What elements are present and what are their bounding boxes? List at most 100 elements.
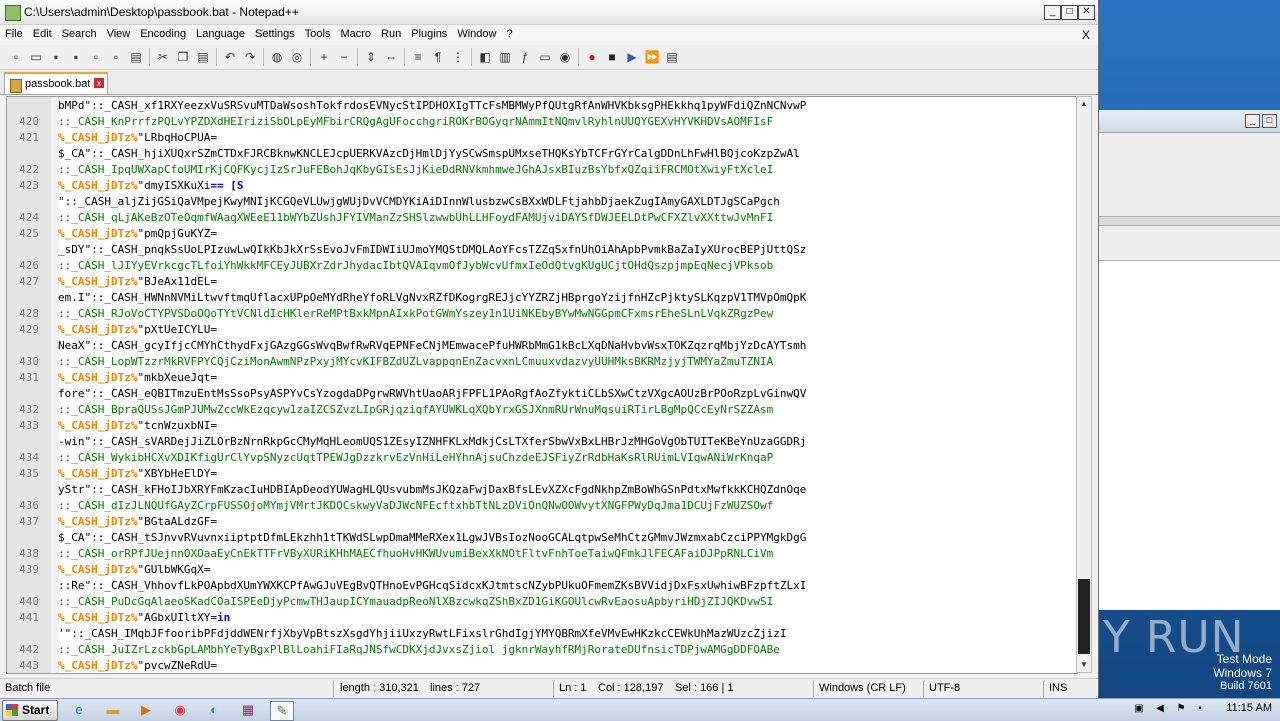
close-all-icon[interactable]: ▫ [108, 49, 124, 65]
paste-icon[interactable]: ▤ [195, 49, 211, 65]
print-icon[interactable]: ▤ [128, 49, 144, 65]
menu-plugins[interactable]: Plugins [406, 25, 452, 40]
zoom-in-icon[interactable]: + [316, 49, 332, 65]
code-line[interactable]: 434::_CASH_WykibHCXvXDIKfigUrClYvpSNyzcU… [7, 450, 1077, 466]
new-file-icon[interactable]: ▫ [8, 49, 24, 65]
ie-icon[interactable]: e [68, 701, 90, 719]
code-line[interactable]: -win"::_CASH_sVARDejJiZLOrBzNrnRkpGcCMyM… [7, 434, 1077, 450]
menu-language[interactable]: Language [191, 25, 250, 40]
code-line[interactable]: 427 %_CASH_jDTz%"BJeAx11dEL= [7, 274, 1077, 290]
sync-vertical-icon[interactable]: ⇕ [363, 49, 379, 65]
code-line[interactable]: 438::_CASH_orRPfJUejnnOXOaaEyCnEkTTFrVBy… [7, 546, 1077, 562]
code-line[interactable]: 430::_CASH_LopWTzzrMkRVFPYCQjCziMonAwmNP… [7, 354, 1077, 370]
menu-settings[interactable]: Settings [250, 25, 300, 40]
clock[interactable]: 11:15 AM [1226, 702, 1272, 714]
code-line[interactable]: ::Re"::_CASH_VhhovfLkPOApbdXUmYWXKCPfAwG… [7, 578, 1077, 594]
folder-workspace-icon[interactable]: ▭ [537, 49, 553, 65]
code-line[interactable]: "::_CASH_aljZijGSiQaVMpejKwyMNIjKCGQeVLU… [7, 194, 1077, 210]
zoom-out-icon[interactable]: − [336, 49, 352, 65]
code-line[interactable]: em.I"::_CASH_HWNnNVMiLtwvftmqUflacxUPpOe… [7, 290, 1077, 306]
code-line[interactable]: 436::_CASH_dIzJLNQUfGAyZCrpFUSSOjoMYmjVM… [7, 498, 1077, 514]
code-line[interactable]: 437 %_CASH_jDTz%"BGtaALdzGF= [7, 514, 1077, 530]
function-list-icon[interactable]: ƒ [517, 49, 533, 65]
edge-icon[interactable]: ◐ [203, 701, 225, 719]
code-line[interactable]: 425 %_CASH_jDTz%"pmQpjGuKYZ= [7, 226, 1077, 242]
code-line[interactable]: 439 %_CASH_jDTz%"GUlbWKGqX= [7, 562, 1077, 578]
indent-guide-icon[interactable]: ⋮ [450, 49, 466, 65]
media-player-icon[interactable]: ▶ [135, 701, 157, 719]
code-line[interactable]: 424::_CASH_qLjAKeBzOTeOqmfWAaqXWEeE11bWY… [7, 210, 1077, 226]
code-line[interactable]: 440::_CASH_PuDcGqAlaeoSKadCOaISPEeDjyPcm… [7, 594, 1077, 610]
close-document-x[interactable]: X [1082, 28, 1090, 42]
network-icon[interactable]: ▣ [1133, 703, 1145, 715]
replace-icon[interactable]: ◎ [289, 49, 305, 65]
word-wrap-icon[interactable]: ≡ [410, 49, 426, 65]
code-line[interactable]: $_CA"::_CASH_hjiXUQxrSZmCTDxFJRCBknwKNCL… [7, 146, 1077, 162]
sync-horizontal-icon[interactable]: ⇔ [383, 49, 399, 65]
find-icon[interactable]: ◍ [269, 49, 285, 65]
code-line[interactable]: 431 %_CASH_jDTz%"mkbXeueJqt= [7, 370, 1077, 386]
vertical-scrollbar[interactable]: ▲ ▼ [1076, 96, 1092, 673]
menu-help[interactable]: ? [501, 25, 517, 40]
menu-file[interactable]: File [0, 25, 28, 40]
code-line[interactable]: yStr"::_CASH_kFHoIJbXRYFmKzacIuHDBIApDeo… [7, 482, 1077, 498]
menu-tools[interactable]: Tools [300, 25, 336, 40]
security-icon[interactable]: ⚑ [1175, 703, 1187, 715]
volume-icon[interactable]: ◀ [1154, 703, 1166, 715]
scroll-up-icon[interactable]: ▲ [1077, 97, 1091, 111]
cut-icon[interactable]: ✂ [155, 49, 171, 65]
udl-icon[interactable]: ◧ [477, 49, 493, 65]
copy-icon[interactable]: ❐ [175, 49, 191, 65]
code-line[interactable]: 429 %_CASH_jDTz%"pXtUeICYLU= [7, 322, 1077, 338]
undo-icon[interactable]: ↶ [222, 49, 238, 65]
code-line[interactable]: _sDY"::_CASH_pnqkSsUoLPIzuwLwQIkKbJkXrSs… [7, 242, 1077, 258]
stop-record-icon[interactable]: ■ [604, 49, 620, 65]
code-line[interactable]: 423 %_CASH_jDTz%"dmyISXKuXi== [S [7, 178, 1077, 194]
code-line[interactable]: 442::_CASH_JuIZrLzckbGpLAMbhYeTyBgxPlBlL… [7, 642, 1077, 658]
explorer-icon[interactable]: ▬ [102, 701, 124, 719]
run-macro-multiple-icon[interactable]: ⏩ [644, 49, 660, 65]
save-icon[interactable]: ▪ [48, 49, 64, 65]
code-line[interactable]: 443 %_CASH_jDTz%"pvcwZNeRdU= [7, 658, 1077, 673]
monitoring-icon[interactable]: ◉ [557, 49, 573, 65]
record-macro-icon[interactable]: ● [584, 49, 600, 65]
notepadpp-icon[interactable]: ✎ [270, 701, 294, 721]
play-macro-icon[interactable]: ▶ [624, 49, 640, 65]
start-button[interactable]: Start [2, 700, 58, 721]
editor-area[interactable]: bMPd"::_CASH_xf1RXYeezxVuSRSvuMTDaWsoshT… [6, 96, 1078, 674]
flag-icon[interactable]: ▪ [1194, 703, 1206, 715]
close-button[interactable]: ✕ [1078, 5, 1095, 20]
code-line[interactable]: 435 %_CASH_jDTz%"XBYbHeElDY= [7, 466, 1077, 482]
tab-close-icon[interactable]: x [94, 78, 104, 88]
scroll-thumb[interactable] [1078, 579, 1090, 654]
menu-macro[interactable]: Macro [335, 25, 376, 40]
code-line[interactable]: 441 %_CASH_jDTz%"AGbxUIltXY=in [7, 610, 1077, 626]
menu-run[interactable]: Run [376, 25, 406, 40]
code-line[interactable]: 433 %_CASH_jDTz%"tcnWzuxbNI= [7, 418, 1077, 434]
background-maximize-button[interactable]: □ [1262, 114, 1277, 128]
code-line[interactable]: 426::_CASH_lJIYyEVrkcgcTLfoiYhWkkMFCEyJU… [7, 258, 1077, 274]
code-line[interactable]: 420::_CASH_KnPrrfzPQLvYPZDXdHEIriziSbOLp… [7, 114, 1077, 130]
maximize-button[interactable]: □ [1061, 5, 1078, 20]
code-line[interactable]: 428::_CASH_RJoVoCTYPVSDoOQoTYtVCNldIcHKl… [7, 306, 1077, 322]
menu-encoding[interactable]: Encoding [135, 25, 191, 40]
menu-window[interactable]: Window [452, 25, 501, 40]
code-line[interactable]: $_CA"::_CASH_tSJnvvRVuvnxiiptptDfmLEkzhh… [7, 530, 1077, 546]
background-minimize-button[interactable]: _ [1245, 114, 1260, 128]
open-file-icon[interactable]: ▭ [28, 49, 44, 65]
menu-view[interactable]: View [102, 25, 136, 40]
scroll-down-icon[interactable]: ▼ [1077, 658, 1091, 672]
code-line[interactable]: bMPd"::_CASH_xf1RXYeezxVuSRSvuMTDaWsoshT… [7, 98, 1077, 114]
code-line[interactable]: fore"::_CASH_eQBITmzuEntMsSsoPsyASPYvCsY… [7, 386, 1077, 402]
code-line[interactable]: NeaX"::_CASH_gcyIfjcCMYhCthydFxjGAzgGGsW… [7, 338, 1077, 354]
close-icon[interactable]: ▫ [88, 49, 104, 65]
save-macro-icon[interactable]: ▤ [664, 49, 680, 65]
redo-icon[interactable]: ↷ [242, 49, 258, 65]
code-line[interactable]: '"::_CASH_IMqbJFfooribPFdjddWENrfjXbyVpB… [7, 626, 1077, 642]
code-line[interactable]: 421 %_CASH_jDTz%"LRbqHoCPUA= [7, 130, 1077, 146]
code-line[interactable]: 432::_CASH_BpraQUSsJGmPJUMwZccWkEzqcyw1z… [7, 402, 1077, 418]
minimize-button[interactable]: _ [1044, 5, 1061, 20]
show-all-chars-icon[interactable]: ¶ [430, 49, 446, 65]
menu-search[interactable]: Search [57, 25, 102, 40]
chrome-icon[interactable]: ◉ [169, 701, 191, 719]
